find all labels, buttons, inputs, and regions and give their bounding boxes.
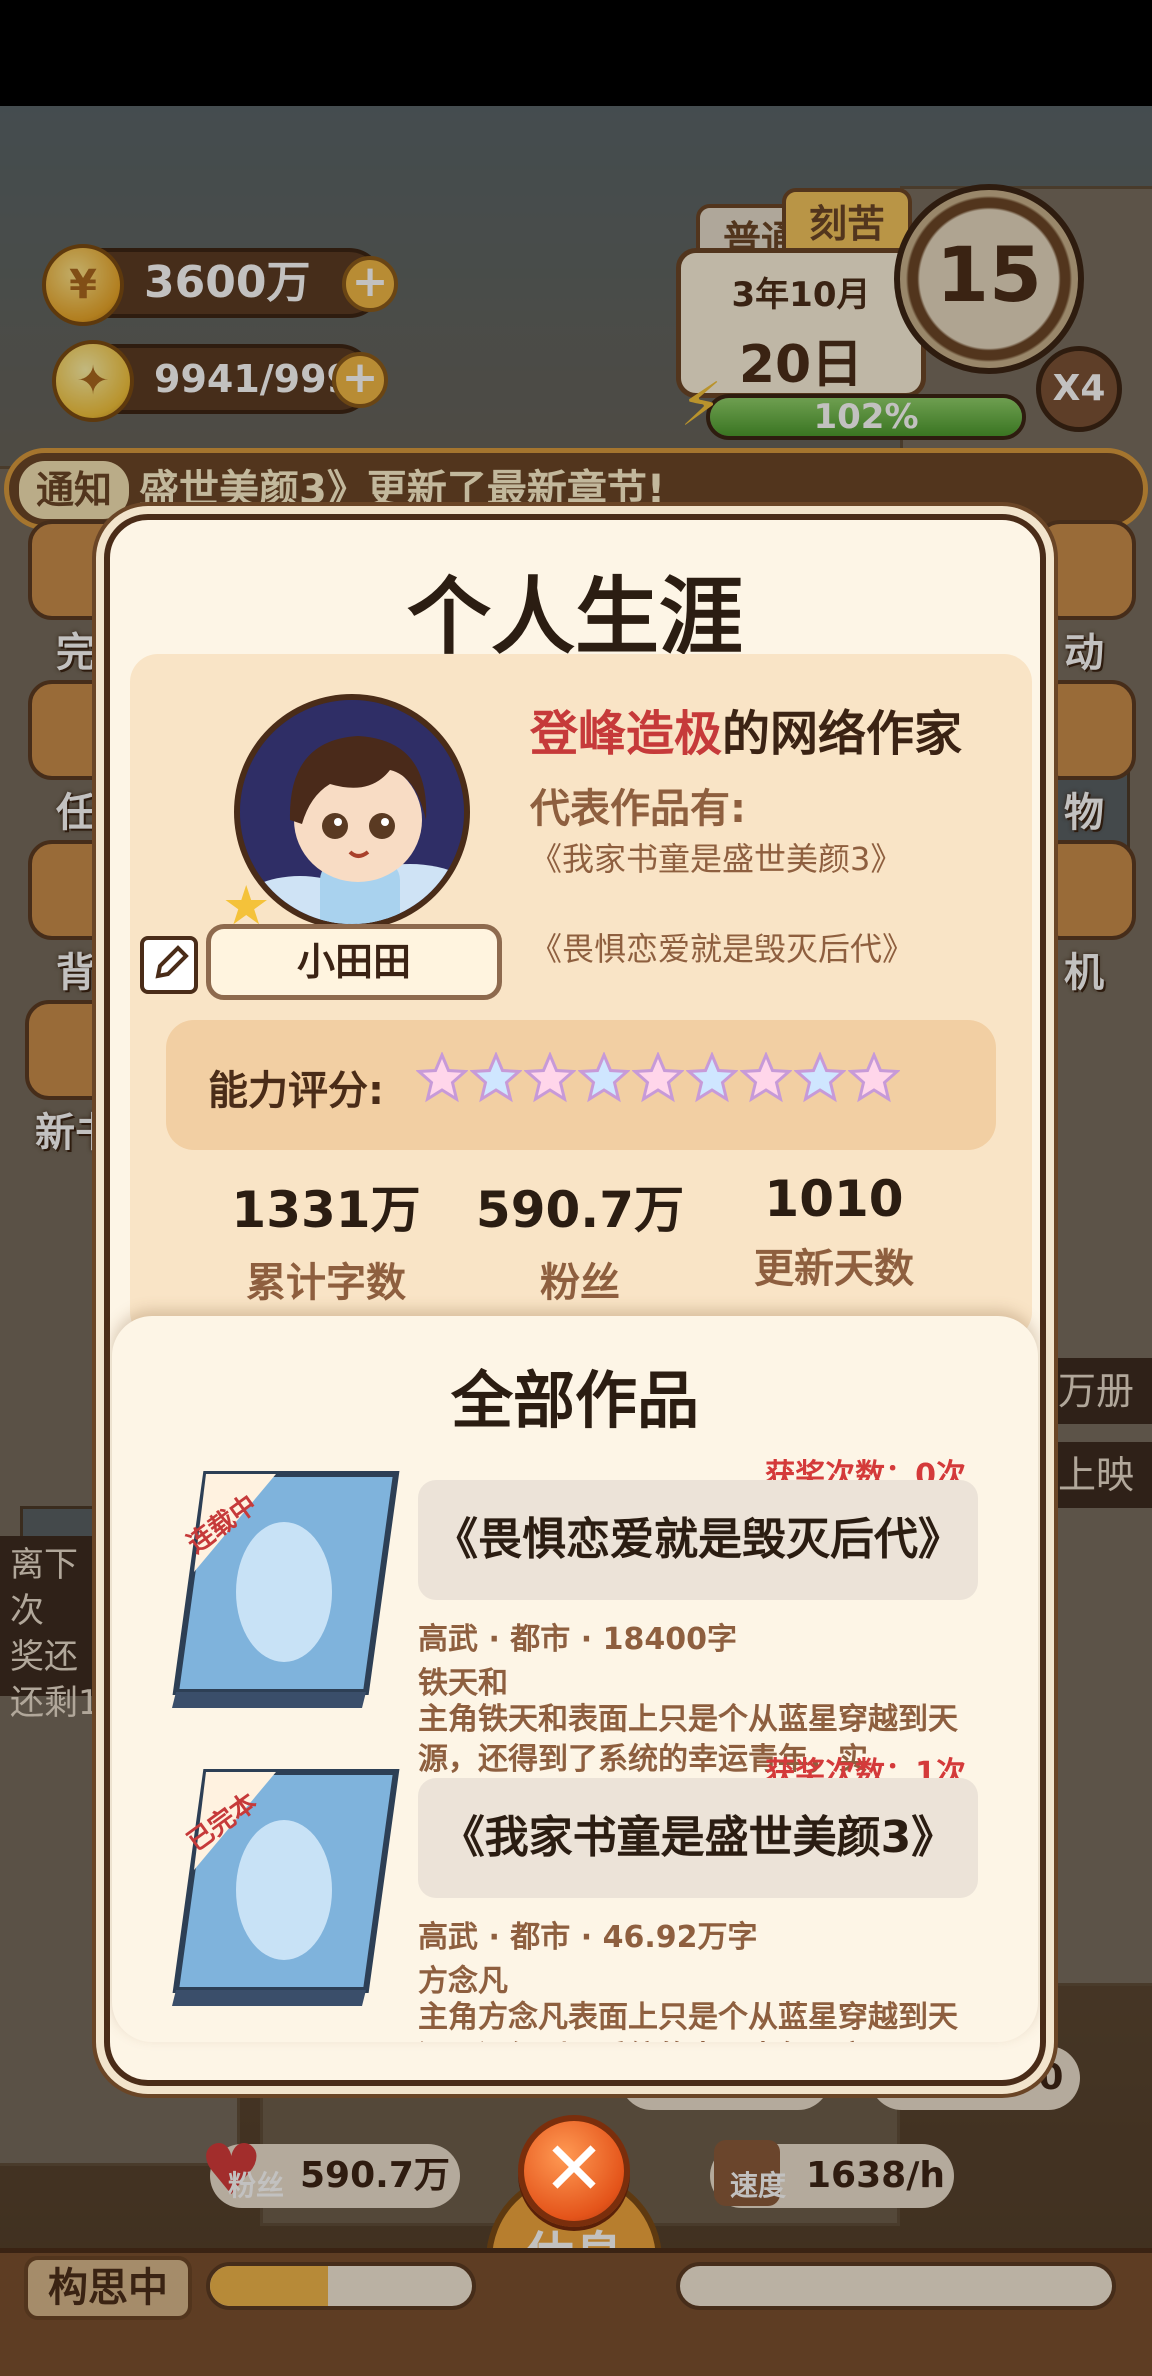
work-protagonist: 方念凡 bbox=[418, 1964, 508, 1999]
stat-value: 1331万 bbox=[231, 1181, 421, 1239]
pencil-icon bbox=[155, 945, 189, 979]
rating-star-icon bbox=[524, 1052, 576, 1103]
rating-star-icon bbox=[794, 1052, 846, 1103]
rank-highlight: 登峰造极 bbox=[530, 706, 723, 762]
stat-label: 粉丝 bbox=[540, 1260, 620, 1306]
close-button[interactable]: ✕ bbox=[518, 2115, 630, 2227]
work-item[interactable]: 已完本 获奖次数：1次 《我家书童是盛世美颜3》 高武 · 都市 · 46.92… bbox=[112, 1756, 1038, 2042]
rating-star-icon bbox=[632, 1052, 684, 1103]
book-cover-icon bbox=[172, 1769, 400, 2006]
rank-suffix: 的网络作家 bbox=[722, 706, 963, 762]
ability-rating: 能力评分: bbox=[166, 1020, 996, 1150]
work-title: 《畏惧恋爱就是毁灭后代》 bbox=[418, 1480, 978, 1600]
work-meta: 高武 · 都市 · 46.92万字 bbox=[418, 1920, 758, 1955]
stat-value: 590.7万 bbox=[475, 1181, 685, 1239]
work-meta: 高武 · 都市 · 18400字 bbox=[418, 1622, 737, 1657]
stat-label: 更新天数 bbox=[754, 1246, 914, 1292]
representative-work: 《我家书童是盛世美颜3》 bbox=[530, 840, 903, 878]
rating-star-icon bbox=[848, 1052, 900, 1103]
representative-works-label: 代表作品有: bbox=[530, 786, 746, 832]
avatar-portrait bbox=[240, 700, 464, 924]
rating-star-icon bbox=[578, 1052, 630, 1103]
representative-work: 《畏惧恋爱就是毁灭后代》 bbox=[530, 930, 915, 968]
work-description: 主角方念凡表面上只是个从蓝星穿越到天源，还得到了系统的幸运青年，实 bbox=[418, 2000, 958, 2042]
book-cover-icon bbox=[172, 1471, 400, 1708]
rating-star-icon bbox=[470, 1052, 522, 1103]
stat-fans: 590.7万 粉丝 bbox=[450, 1170, 710, 1308]
career-modal: 个人生涯 ★ 登峰造极的网络作家 代表作品有: 《我家书童是盛世美颜3》 《畏惧 bbox=[104, 514, 1046, 2086]
status-bar-top bbox=[0, 0, 1152, 106]
profile-card: ★ 登峰造极的网络作家 代表作品有: 《我家书童是盛世美颜3》 《畏惧恋爱就是毁… bbox=[130, 654, 1032, 1340]
modal-title: 个人生涯 bbox=[406, 568, 743, 666]
ability-label: 能力评分: bbox=[208, 1068, 384, 1114]
rating-star-icon bbox=[740, 1052, 792, 1103]
stat-value: 1010 bbox=[764, 1170, 904, 1228]
rating-stars bbox=[416, 1052, 900, 1112]
work-item[interactable]: 连载中 获奖次数：0次 《畏惧恋爱就是毁灭后代》 高武 · 都市 · 18400… bbox=[112, 1458, 1038, 1777]
writer-name[interactable]: 小田田 bbox=[206, 924, 502, 1000]
stat-words: 1331万 累计字数 bbox=[196, 1170, 456, 1308]
work-title: 《我家书童是盛世美颜3》 bbox=[418, 1778, 978, 1898]
rank-line: 登峰造极的网络作家 bbox=[530, 694, 962, 764]
work-protagonist: 铁天和 bbox=[418, 1666, 508, 1701]
stat-label: 累计字数 bbox=[246, 1260, 406, 1306]
rating-star-icon bbox=[686, 1052, 738, 1103]
stat-update-days: 1010 更新天数 bbox=[704, 1170, 964, 1294]
edit-name-icon[interactable] bbox=[140, 936, 198, 994]
close-icon: ✕ bbox=[542, 2126, 605, 2212]
works-panel: 全部作品 连载中 获奖次数：0次 《畏惧恋爱就是毁灭后代》 高武 · 都市 · … bbox=[112, 1316, 1038, 2042]
rating-star-icon bbox=[416, 1052, 468, 1103]
works-title: 全部作品 bbox=[450, 1364, 699, 1437]
